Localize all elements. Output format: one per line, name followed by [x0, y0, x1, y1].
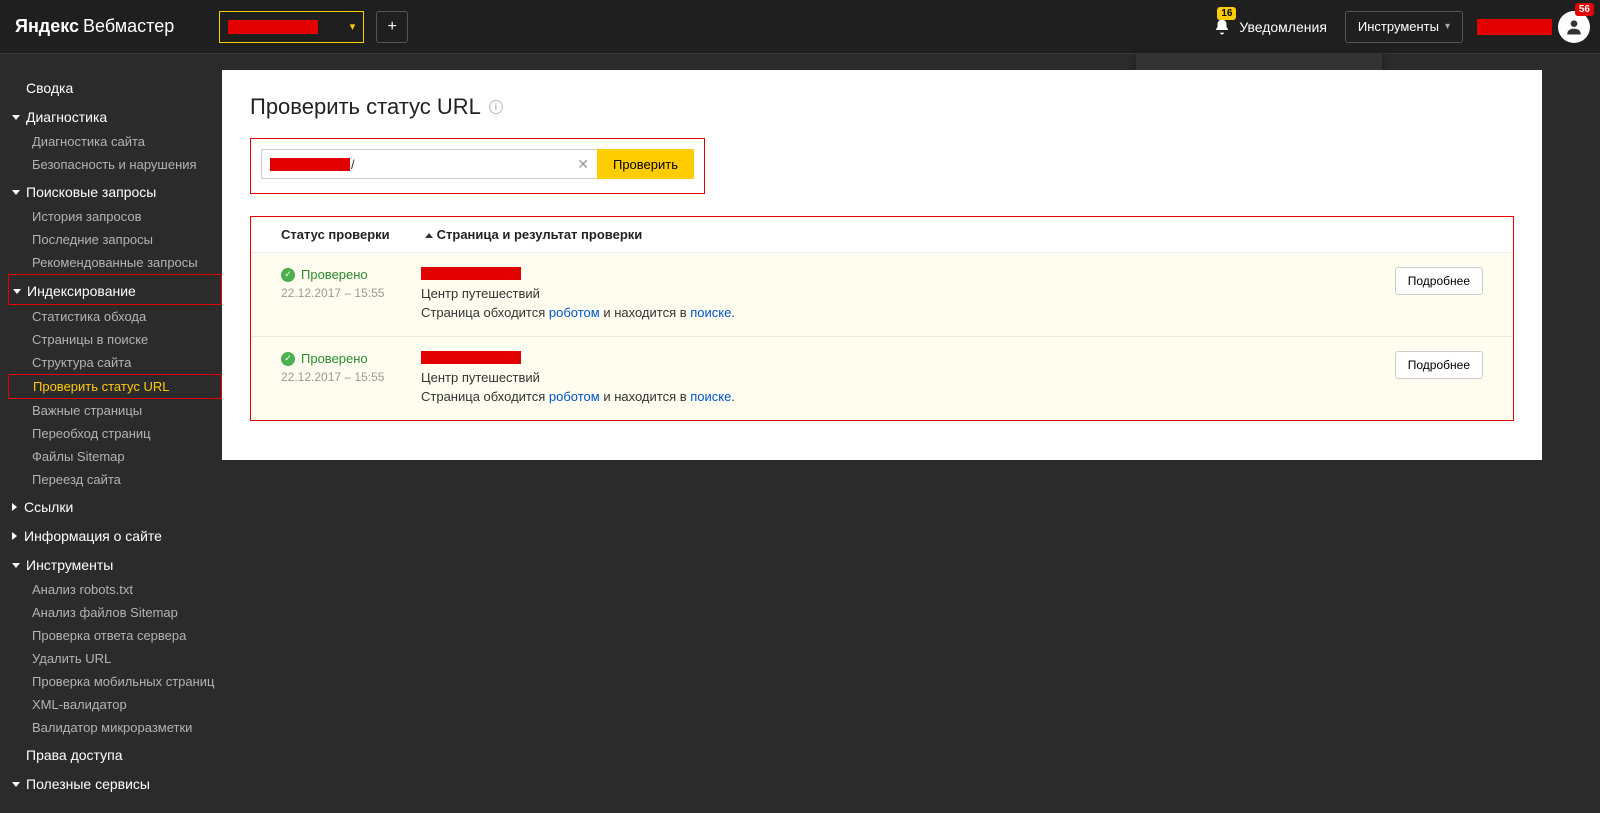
sidebar-item-indexing[interactable]: Индексирование — [8, 274, 222, 305]
check-icon: ✓ — [281, 352, 295, 366]
page-desc: Центр путешествий — [421, 286, 1395, 301]
check-button[interactable]: Проверить — [597, 149, 694, 179]
url-input-value-redacted — [270, 158, 350, 171]
sidebar-item-links[interactable]: Ссылки — [8, 491, 222, 520]
status-date: 22.12.2017 – 15:55 — [281, 286, 421, 300]
sidebar-item-mobile-check[interactable]: Проверка мобильных страниц — [8, 670, 222, 693]
sidebar-item-recrawl[interactable]: Переобход страниц — [8, 422, 222, 445]
sidebar-item-site-info[interactable]: Информация о сайте — [8, 520, 222, 549]
logo-webmaster: Вебмастер — [83, 16, 174, 37]
sidebar-item-diag-site[interactable]: Диагностика сайта — [8, 130, 222, 153]
status-ok: ✓ Проверено — [281, 351, 421, 366]
sidebar-item-site-structure[interactable]: Структура сайта — [8, 351, 222, 374]
sidebar-item-check-url-status[interactable]: Проверить статус URL — [8, 374, 222, 399]
sidebar-item-pages-in-search[interactable]: Страницы в поиске — [8, 328, 222, 351]
add-site-button[interactable]: + — [376, 11, 408, 43]
sidebar-item-access-rights[interactable]: Права доступа — [8, 739, 222, 768]
status-ok: ✓ Проверено — [281, 267, 421, 282]
sort-icon — [425, 233, 433, 238]
page-meta: Страница обходится роботом и находится в… — [421, 389, 1395, 404]
col-header-page[interactable]: Страница и результат проверки — [421, 227, 1483, 242]
result-row: ✓ Проверено 22.12.2017 – 15:55 Центр пут… — [251, 253, 1513, 337]
results-table: Статус проверки Страница и результат про… — [250, 216, 1514, 421]
page-url-redacted — [421, 351, 521, 364]
sidebar-item-search-queries[interactable]: Поисковые запросы — [8, 176, 222, 205]
results-header: Статус проверки Страница и результат про… — [251, 217, 1513, 253]
link-robot[interactable]: роботом — [549, 389, 600, 404]
link-search[interactable]: поиске — [690, 389, 731, 404]
link-robot[interactable]: роботом — [549, 305, 600, 320]
sidebar-item-delete-url[interactable]: Удалить URL — [8, 647, 222, 670]
site-selector[interactable]: ▾ — [219, 11, 364, 43]
info-icon[interactable]: i — [489, 100, 503, 114]
sidebar-item-tools[interactable]: Инструменты — [8, 549, 222, 578]
page-desc: Центр путешествий — [421, 370, 1395, 385]
sidebar-item-sitemap-analyze[interactable]: Анализ файлов Sitemap — [8, 601, 222, 624]
sidebar-item-query-history[interactable]: История запросов — [8, 205, 222, 228]
check-icon: ✓ — [281, 268, 295, 282]
bell-icon: 16 — [1213, 17, 1231, 37]
sidebar-item-important-pages[interactable]: Важные страницы — [8, 399, 222, 422]
sidebar-item-robots[interactable]: Анализ robots.txt — [8, 578, 222, 601]
chevron-down-icon: ▾ — [350, 20, 356, 33]
sidebar-item-microdata-validator[interactable]: Валидатор микроразметки — [8, 716, 222, 739]
page-url-redacted — [421, 267, 521, 280]
tools-dropdown[interactable]: Инструменты ▾ — [1345, 11, 1463, 43]
url-check-form: / ✕ Проверить — [250, 138, 705, 194]
logo[interactable]: Яндекс Вебмастер — [15, 16, 174, 37]
chevron-down-icon: ▾ — [1445, 21, 1450, 32]
notifications-link[interactable]: 16 Уведомления — [1213, 17, 1327, 37]
details-button[interactable]: Подробнее — [1395, 351, 1483, 379]
main: Настройте предупреждения и уведомления о… — [222, 54, 1600, 813]
sidebar-item-recent-queries[interactable]: Последние запросы — [8, 228, 222, 251]
username-redacted — [1477, 19, 1552, 35]
sidebar-item-useful-services[interactable]: Полезные сервисы — [8, 768, 222, 797]
sidebar-item-svodka[interactable]: Сводка — [8, 72, 222, 101]
notifications-label: Уведомления — [1239, 19, 1327, 35]
sidebar-item-security[interactable]: Безопасность и нарушения — [8, 153, 222, 176]
url-input[interactable]: / ✕ — [261, 149, 597, 179]
sidebar-item-diagnostika[interactable]: Диагностика — [8, 101, 222, 130]
sidebar: Сводка Диагностика Диагностика сайта Без… — [0, 54, 222, 813]
url-input-trail: / — [351, 157, 355, 172]
details-button[interactable]: Подробнее — [1395, 267, 1483, 295]
avatar-badge: 56 — [1575, 3, 1594, 16]
notifications-badge: 16 — [1217, 7, 1236, 20]
sidebar-item-recommended-queries[interactable]: Рекомендованные запросы — [8, 251, 222, 274]
tools-dropdown-label: Инструменты — [1358, 19, 1439, 34]
sidebar-item-server-response[interactable]: Проверка ответа сервера — [8, 624, 222, 647]
sidebar-item-crawl-stats[interactable]: Статистика обхода — [8, 305, 222, 328]
page-meta: Страница обходится роботом и находится в… — [421, 305, 1395, 320]
user-avatar[interactable]: 56 — [1558, 11, 1590, 43]
clear-icon[interactable]: ✕ — [577, 156, 589, 173]
sidebar-item-sitemap-files[interactable]: Файлы Sitemap — [8, 445, 222, 468]
content-panel: Проверить статус URL i / ✕ Проверить — [222, 70, 1542, 460]
result-row: ✓ Проверено 22.12.2017 – 15:55 Центр пут… — [251, 337, 1513, 420]
page-title: Проверить статус URL i — [250, 94, 1514, 120]
link-search[interactable]: поиске — [690, 305, 731, 320]
col-header-status[interactable]: Статус проверки — [281, 227, 421, 242]
sidebar-item-site-move[interactable]: Переезд сайта — [8, 468, 222, 491]
logo-yandex: Яндекс — [15, 16, 79, 37]
site-selector-value-redacted — [228, 20, 318, 34]
status-date: 22.12.2017 – 15:55 — [281, 370, 421, 384]
header: Яндекс Вебмастер ▾ + 16 Уведомления Инст… — [0, 0, 1600, 54]
sidebar-item-xml-validator[interactable]: XML-валидатор — [8, 693, 222, 716]
